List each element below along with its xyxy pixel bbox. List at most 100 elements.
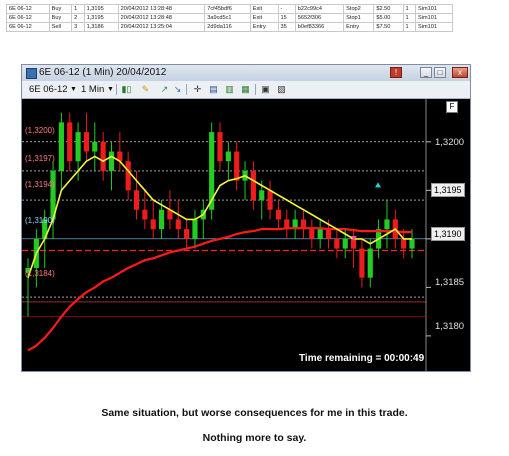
execution-cell: Stop1 <box>343 13 375 23</box>
execution-cell: 20/04/2012 13:28:48 <box>117 4 206 14</box>
execution-cell: 15 <box>277 13 296 23</box>
pencil-icon[interactable]: ✎ <box>140 84 151 95</box>
data-box-icon[interactable]: ▤ <box>208 84 219 95</box>
price-chart[interactable]: (1,3200) (1,3197) (1,3194) (1,3190) (1,3… <box>22 99 470 371</box>
chart-trader-icon[interactable]: ▥ <box>224 84 235 95</box>
execution-cell: 2d9da116 <box>204 22 251 32</box>
candle-body <box>275 209 282 220</box>
window-titlebar[interactable]: 6E 06-12 (1 Min) 20/04/2012 ! _ □ x <box>22 65 470 82</box>
level-label-1: (1,3200) <box>25 126 55 135</box>
last-price-badge: 1,3190 <box>431 227 465 241</box>
candle-body <box>234 151 240 181</box>
execution-cell: 35 <box>277 22 296 32</box>
execution-cell: $7.50 <box>373 22 404 32</box>
execution-cell: 7cf45bdf6 <box>204 4 251 14</box>
candle-body <box>158 209 165 230</box>
candle-body <box>142 209 148 220</box>
fast-moving-average-line <box>27 155 412 278</box>
current-price-badge: 1,3195 <box>431 183 465 197</box>
execution-cell: 1 <box>71 4 85 14</box>
toolbar-separator <box>116 84 117 95</box>
execution-row[interactable]: 6E 06-12 Buy 2 1,3195 20/04/2012 13:28:48 3a9… <box>6 13 453 23</box>
candle-body <box>325 229 332 239</box>
time-remaining: Time remaining = 00:00:49 <box>299 353 425 364</box>
grid-icon[interactable]: ▧ <box>276 84 287 95</box>
execution-cell: Sell <box>48 22 73 32</box>
crosshair-icon[interactable]: ✛ <box>192 84 203 95</box>
caption-line-1: Same situation, but worse consequences f… <box>101 407 408 419</box>
executions-table: 6E 06-12 Buy 1 1,3195 20/04/2012 13:28:48 7cf… <box>6 4 453 32</box>
execution-cell: 6E 06-12 <box>6 22 50 32</box>
execution-cell: Buy <box>48 4 73 14</box>
alert-button[interactable]: ! <box>390 67 402 78</box>
price-tick-1: 1,3200 <box>435 137 465 148</box>
candle-body <box>67 122 73 162</box>
execution-cell: 20/04/2012 13:25:04 <box>117 22 206 32</box>
candle-body <box>334 238 340 249</box>
candle-body <box>409 238 415 249</box>
candlestick-chart <box>22 99 431 371</box>
execution-cell: 1,3186 <box>83 22 119 32</box>
instrument-dropdown-icon[interactable]: ▼ <box>70 83 77 96</box>
execution-cell: 6E 06-12 <box>6 13 50 23</box>
execution-cell: b22c99c4 <box>294 4 345 14</box>
execution-row[interactable]: 6E 06-12 Sell 3 1,3186 20/04/2012 13:25:04 2d… <box>6 22 453 32</box>
candle-body <box>401 238 407 249</box>
candle-body <box>100 141 106 171</box>
zoom-icon[interactable]: ▣ <box>260 84 271 95</box>
toolbar-separator <box>186 84 187 95</box>
execution-cell: $5.00 <box>373 13 404 23</box>
minimize-button[interactable]: _ <box>420 67 432 78</box>
execution-cell: 1,3195 <box>83 13 119 23</box>
instrument-selector[interactable]: 6E 06-12 <box>29 83 68 96</box>
candle-body <box>133 190 140 210</box>
execution-cell: Sim101 <box>415 13 453 23</box>
price-tick-4: 1,3185 <box>435 277 465 288</box>
candle-body <box>150 219 156 230</box>
execution-cell: b0ef83366 <box>294 22 345 32</box>
candle-body <box>83 132 90 152</box>
candle-body <box>175 219 181 230</box>
caption-line-2: Nothing more to say. <box>202 432 307 444</box>
candle-body <box>359 248 365 278</box>
execution-cell: Sim101 <box>415 4 453 14</box>
arrow-up-icon[interactable]: ↗ <box>159 84 170 95</box>
execution-cell: Entry <box>343 22 375 32</box>
execution-cell: Entry <box>249 22 279 32</box>
candle-body <box>92 141 98 152</box>
maximize-button[interactable]: □ <box>434 67 446 78</box>
buy-marker-icon <box>375 182 381 188</box>
execution-cell: Exit <box>249 4 279 14</box>
execution-row[interactable]: 6E 06-12 Buy 1 1,3195 20/04/2012 13:28:48 7cf… <box>6 4 453 14</box>
interval-selector[interactable]: 1 Min <box>81 83 104 96</box>
candle-body <box>317 229 323 239</box>
close-button[interactable]: x <box>452 67 468 78</box>
execution-cell: 1,3195 <box>83 4 119 14</box>
candle-body <box>259 190 265 201</box>
level-label-2: (1,3197) <box>25 154 55 163</box>
execution-cell: 1 <box>402 22 417 32</box>
level-label-5: (1,3184) <box>25 269 55 278</box>
execution-cell: 3a9cd5c1 <box>204 13 251 23</box>
candle-body <box>250 170 256 201</box>
chart-toolbar: 6E 06-12 ▼ 1 Min ▼ ▮▯ ✎ ↗ ↘ ✛ ▤ ▥ ▦ ▣ ▧ <box>22 81 470 99</box>
interval-dropdown-icon[interactable]: ▼ <box>107 83 114 96</box>
execution-cell: $2.50 <box>373 4 404 14</box>
panel-toggle-button[interactable]: F <box>446 101 458 113</box>
execution-cell: Stop2 <box>343 4 375 14</box>
arrow-down-icon[interactable]: ↘ <box>172 84 183 95</box>
candle-body <box>225 151 231 162</box>
candle-body <box>217 132 223 162</box>
candle-body <box>309 229 315 239</box>
properties-icon[interactable]: ▦ <box>240 84 251 95</box>
candle-body <box>192 219 198 239</box>
candlestick-icon[interactable]: ▮▯ <box>121 84 132 95</box>
candle-body <box>350 238 357 249</box>
candle-body <box>384 219 390 230</box>
chart-app-icon <box>26 68 37 79</box>
candle-body <box>267 190 273 210</box>
chart-window: 6E 06-12 (1 Min) 20/04/2012 ! _ □ x 6E 0… <box>21 64 471 372</box>
toolbar-separator <box>255 84 256 95</box>
execution-cell: - <box>277 4 296 14</box>
candle-body <box>367 248 373 278</box>
